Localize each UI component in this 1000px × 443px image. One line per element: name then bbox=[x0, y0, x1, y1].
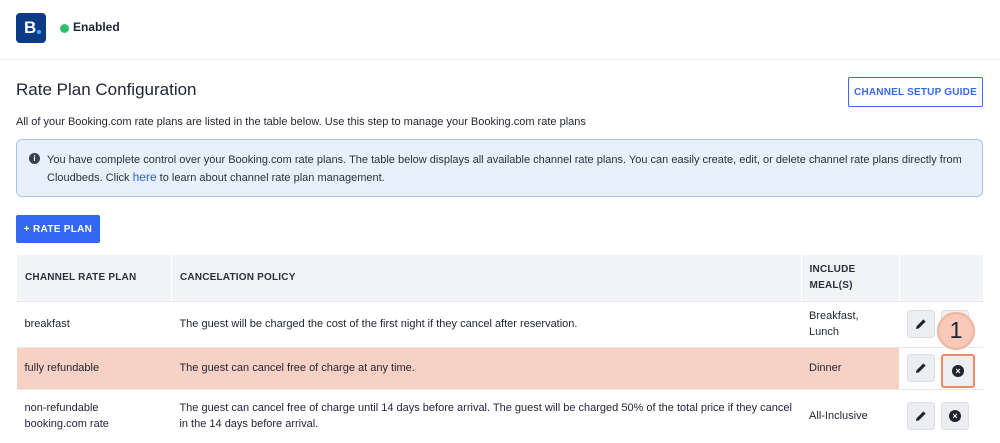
page-title: Rate Plan Configuration bbox=[16, 80, 197, 99]
pencil-icon bbox=[916, 411, 926, 422]
edit-button[interactable] bbox=[907, 310, 936, 338]
step-number-badge: 1 bbox=[937, 312, 975, 350]
cancel-policy: The guest can cancel free of charge unti… bbox=[171, 388, 802, 443]
pencil-icon bbox=[916, 319, 926, 329]
channel-setup-guide-button[interactable]: CHANNEL SETUP GUIDE bbox=[848, 77, 983, 107]
top-bar: B Enabled bbox=[0, 0, 1000, 60]
x-circle-icon: × bbox=[949, 410, 962, 423]
intro-text: All of your Booking.com rate plans are l… bbox=[16, 116, 586, 128]
meals: Dinner bbox=[801, 346, 900, 389]
header-channel-rate-plan: CHANNEL RATE PLAN bbox=[16, 255, 172, 301]
rate-plan-table: CHANNEL RATE PLAN CANCELATION POLICY INC… bbox=[16, 255, 983, 443]
info-icon: i bbox=[29, 153, 40, 164]
header-cancelation-policy: CANCELATION POLICY bbox=[170, 255, 802, 301]
delete-button[interactable]: × bbox=[941, 402, 970, 431]
meals: Breakfast, Lunch bbox=[801, 300, 900, 347]
plan-name: non-refundable booking.com rate bbox=[16, 388, 172, 443]
edit-button[interactable] bbox=[907, 402, 936, 431]
booking-logo: B bbox=[16, 13, 46, 43]
row-actions: × bbox=[899, 346, 983, 389]
table-row: fully refundable The guest can cancel fr… bbox=[16, 346, 983, 389]
info-text-after: to learn about channel rate plan managem… bbox=[156, 172, 385, 184]
info-here-link[interactable]: here bbox=[133, 170, 157, 184]
header-include-meals: INCLUDE MEAL(S) bbox=[800, 255, 900, 301]
row-actions: × bbox=[899, 388, 983, 443]
status-indicator-icon bbox=[60, 24, 69, 33]
pencil-icon bbox=[916, 363, 926, 373]
cancel-policy: The guest will be charged the cost of th… bbox=[171, 300, 802, 347]
add-rate-plan-button[interactable]: + RATE PLAN bbox=[16, 215, 100, 243]
info-banner: i You have complete control over your Bo… bbox=[16, 139, 983, 197]
x-circle-icon: × bbox=[952, 365, 965, 377]
table-row: breakfast The guest will be charged the … bbox=[16, 300, 983, 347]
status-label: Enabled bbox=[73, 20, 120, 34]
plan-name: breakfast bbox=[16, 300, 172, 347]
table-row: non-refundable booking.com rate The gues… bbox=[16, 388, 983, 443]
delete-button-highlighted[interactable]: × bbox=[941, 354, 976, 388]
edit-button[interactable] bbox=[907, 354, 936, 382]
meals: All-Inclusive bbox=[801, 388, 900, 443]
header-actions bbox=[898, 255, 983, 301]
cancel-policy: The guest can cancel free of charge at a… bbox=[171, 346, 802, 389]
plan-name: fully refundable bbox=[16, 346, 172, 389]
